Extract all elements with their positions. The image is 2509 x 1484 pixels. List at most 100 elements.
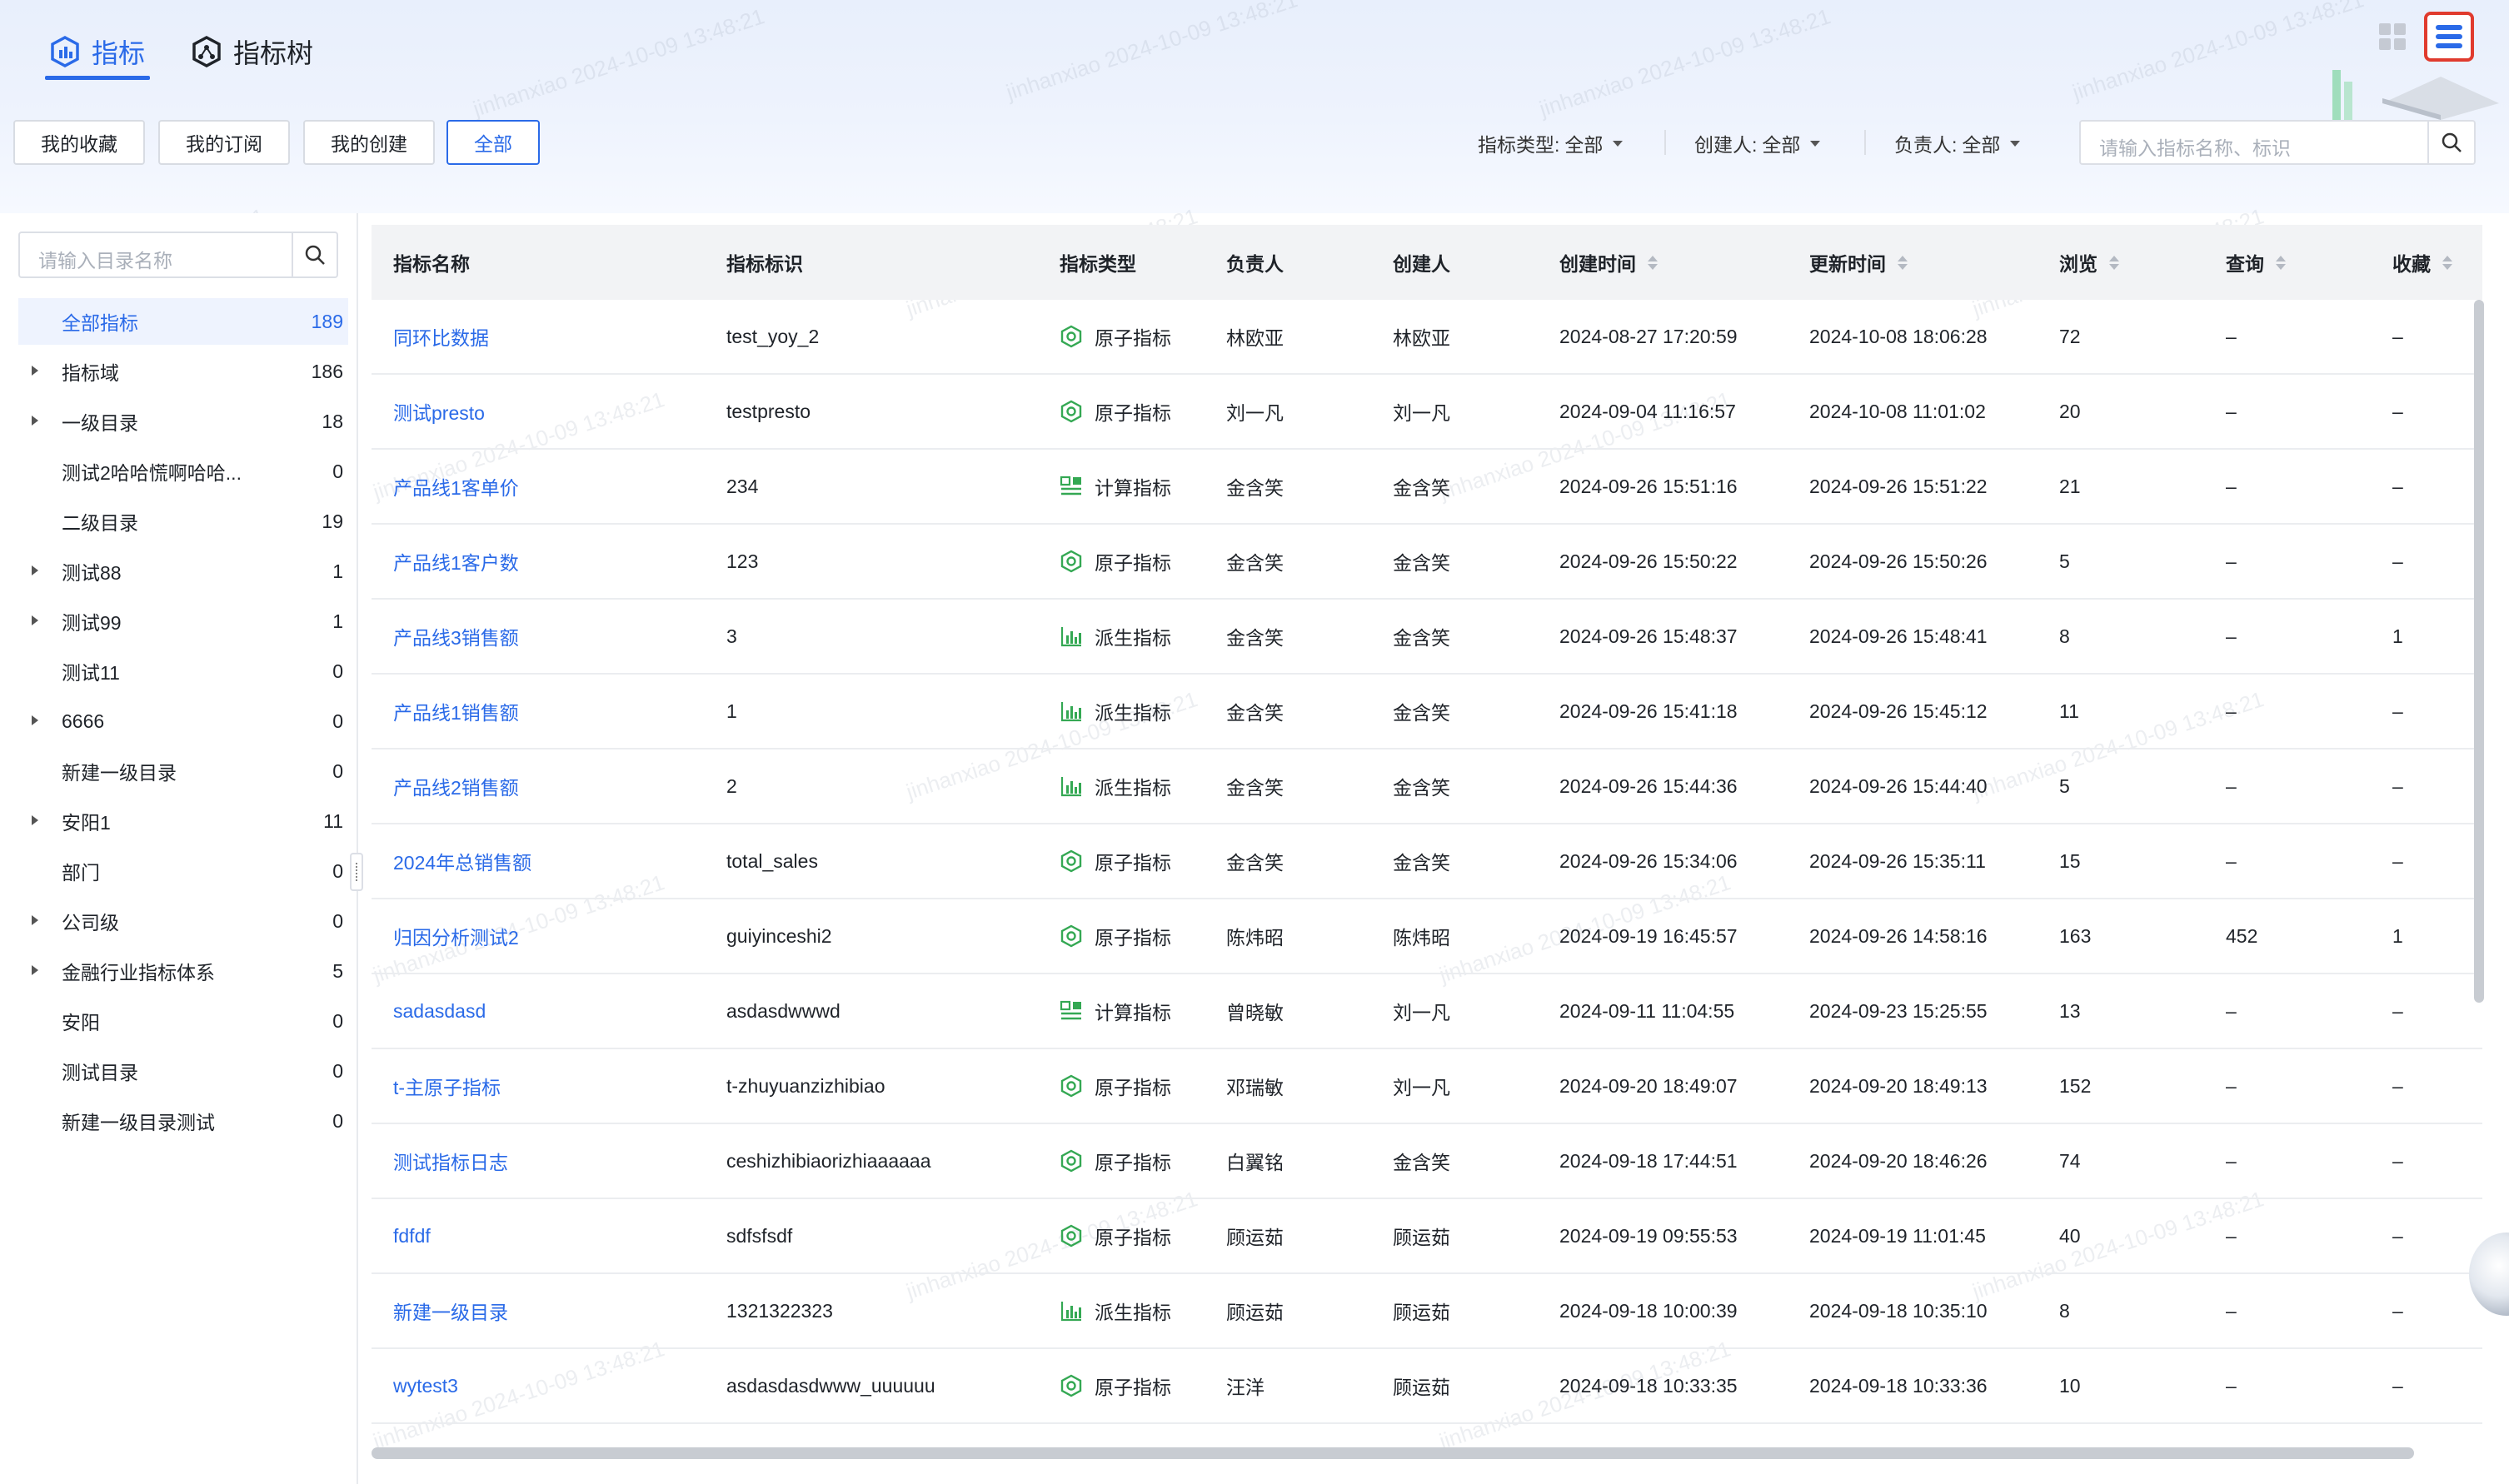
chevron-right-icon[interactable] [32,565,38,575]
updated-time: 2024-09-26 15:45:12 [1809,675,1988,748]
table-row[interactable]: wytest3 asdasdasdwww_uuuuuu 原子指标 汪洋 顾运茹 2024-… [372,1349,2482,1424]
metric-name-link[interactable]: 2024年总销售额 [393,824,531,898]
view-count-text: 13 [2059,999,2081,1022]
table-row[interactable]: 归因分析测试2 guiyinceshi2 原子指标 陈炜昭 陈炜昭 2024-09-19 … [372,899,2482,974]
table-row[interactable]: 产品线2销售额 2 派生指标 金含笑 金含笑 2024-09-26 15:44:36 202… [372,749,2482,824]
header-background [0,0,2509,213]
tree-item[interactable]: 指标域 186 [18,348,348,395]
favorite-count: – [2392,1124,2403,1198]
tree-item[interactable]: 安阳 0 [18,998,348,1044]
table-row[interactable]: fdfdf sdfsfsdf 原子指标 顾运茹 顾运茹 2024-09-19 09:55:… [372,1199,2482,1274]
chevron-right-icon[interactable] [32,416,38,426]
metric-creator: 顾运茹 [1393,1349,1450,1422]
tree-item[interactable]: 测试2哈哈慌啊哈哈... 0 [18,448,348,495]
tree-item[interactable]: 公司级 0 [18,898,348,944]
column-header-queries[interactable]: 查询 [2226,225,2286,300]
tree-item[interactable]: 测试99 1 [18,598,348,645]
column-header-updated-time-label: 更新时间 [1809,253,1886,275]
metric-name-link[interactable]: 同环比数据 [393,300,489,373]
directory-search-input[interactable]: 请输入目录名称 [18,232,338,278]
metric-owner: 白翼铭 [1226,1124,1284,1198]
my-created-button[interactable]: 我的创建 [303,120,435,165]
table-row[interactable]: sadasdasd asdasdwwwd 计算指标 曾晓敏 刘一凡 2024-09-11 … [372,974,2482,1049]
my-favorites-button[interactable]: 我的收藏 [13,120,145,165]
metric-search-button[interactable] [2427,122,2474,163]
owner-filter[interactable]: 负责人: 全部 [1894,125,2021,162]
chevron-right-icon[interactable] [32,815,38,825]
table-row[interactable]: 同环比数据 test_yoy_2 原子指标 林欧亚 林欧亚 2024-08-27 17:2… [372,300,2482,375]
metric-name-link[interactable]: 产品线1客单价 [393,450,519,523]
favorite-count: – [2392,1274,2403,1347]
query-count: – [2226,1124,2237,1198]
metric-name-link[interactable]: fdfdf [393,1199,431,1272]
tree-item[interactable]: 测试88 1 [18,548,348,595]
metric-icon [51,36,79,67]
created-time: 2024-09-26 15:48:37 [1559,600,1738,673]
metric-name-link[interactable]: 测试presto [393,375,485,448]
metric-name-link[interactable]: t-主原子指标 [393,1049,501,1123]
tree-item[interactable]: 新建一级目录测试 0 [18,1098,348,1144]
query-count-text: – [2226,625,2237,647]
table-row[interactable]: t-主原子指标 t-zhuyuanzizhibiao 原子指标 邓瑞敏 刘一凡 2024-… [372,1049,2482,1124]
metric-name-link[interactable]: 测试指标日志 [393,1124,508,1198]
metric-id: 123 [726,525,758,598]
chevron-right-icon[interactable] [32,366,38,376]
column-header-created-time[interactable]: 创建时间 [1559,225,1658,300]
tree-item[interactable]: 测试11 0 [18,648,348,695]
tree-item[interactable]: 全部指标 189 [18,298,348,345]
horizontal-scrollbar[interactable] [372,1447,2414,1459]
chevron-right-icon[interactable] [32,915,38,925]
all-button[interactable]: 全部 [446,120,540,165]
metric-name-link[interactable]: wytest3 [393,1349,458,1422]
tree-item[interactable]: 金融行业指标体系 5 [18,948,348,994]
metric-type-text: 原子指标 [1095,402,1171,424]
chevron-right-icon[interactable] [32,965,38,975]
table-row[interactable]: 测试presto testpresto 原子指标 刘一凡 刘一凡 2024-09-04 1… [372,375,2482,450]
table-row[interactable]: 新建一级目录 1321322323 派生指标 顾运茹 顾运茹 2024-09-18 10:… [372,1274,2482,1349]
table-row[interactable]: 产品线3销售额 3 派生指标 金含笑 金含笑 2024-09-26 15:48:37 202… [372,600,2482,675]
table-row[interactable]: 测试指标日志 ceshizhibiaorizhiaaaaaa 原子指标 白翼铭 金含笑 2… [372,1124,2482,1199]
tree-item-count: 0 [332,909,343,932]
my-subscriptions-button[interactable]: 我的订阅 [158,120,290,165]
metric-type-text: 派生指标 [1095,1302,1171,1323]
view-count-text: 8 [2059,1299,2070,1322]
sidebar-resize-handle[interactable] [350,853,363,891]
metric-type-filter[interactable]: 指标类型: 全部 [1478,125,1624,162]
favorite-count-text: – [2392,1299,2403,1322]
grid-view-button[interactable] [2367,12,2417,62]
chevron-right-icon[interactable] [32,715,38,725]
chevron-down-icon [1613,140,1624,147]
metric-name-link[interactable]: 新建一级目录 [393,1274,508,1347]
tree-item[interactable]: 部门 0 [18,848,348,894]
metric-creator: 金含笑 [1393,1124,1450,1198]
column-header-updated-time[interactable]: 更新时间 [1809,225,1908,300]
metric-name-link[interactable]: 产品线2销售额 [393,749,519,823]
table-row[interactable]: 产品线1客单价 234 计算指标 金含笑 金含笑 2024-09-26 15:51:16 2… [372,450,2482,525]
tree-item[interactable]: 6666 0 [18,698,348,744]
metric-name-link[interactable]: 归因分析测试2 [393,899,519,973]
chevron-right-icon[interactable] [32,615,38,625]
table-row[interactable]: 2024年总销售额 total_sales 原子指标 金含笑 金含笑 2024-09-26… [372,824,2482,899]
list-view-button[interactable] [2424,12,2474,62]
column-header-id: 指标标识 [726,253,803,275]
tree-item[interactable]: 新建一级目录 0 [18,748,348,794]
tree-item[interactable]: 一级目录 18 [18,398,348,445]
metric-name-link[interactable]: 产品线3销售额 [393,600,519,673]
metric-name-link[interactable]: sadasdasd [393,974,486,1048]
creator-filter[interactable]: 创建人: 全部 [1694,125,1821,162]
vertical-scrollbar[interactable] [2474,300,2484,1003]
directory-search-button[interactable] [292,233,337,276]
table-row[interactable]: 产品线1客户数 123 原子指标 金含笑 金含笑 2024-09-26 15:50:22 2… [372,525,2482,600]
metric-name-link[interactable]: 产品线1客户数 [393,525,519,598]
column-header-views[interactable]: 浏览 [2059,225,2119,300]
column-header-favorites[interactable]: 收藏 [2392,225,2452,300]
tree-item[interactable]: 二级目录 19 [18,498,348,545]
tab-metrics[interactable]: 指标 [44,27,151,80]
metric-id-text: 1321322323 [726,1299,833,1322]
metric-search-input[interactable]: 请输入指标名称、标识 [2079,120,2476,165]
tree-item[interactable]: 安阳1 11 [18,798,348,844]
tree-item[interactable]: 测试目录 0 [18,1048,348,1094]
table-row[interactable]: 产品线1销售额 1 派生指标 金含笑 金含笑 2024-09-26 15:41:18 202… [372,675,2482,749]
tab-metric-tree[interactable]: 指标树 [190,27,313,77]
metric-name-link[interactable]: 产品线1销售额 [393,675,519,748]
